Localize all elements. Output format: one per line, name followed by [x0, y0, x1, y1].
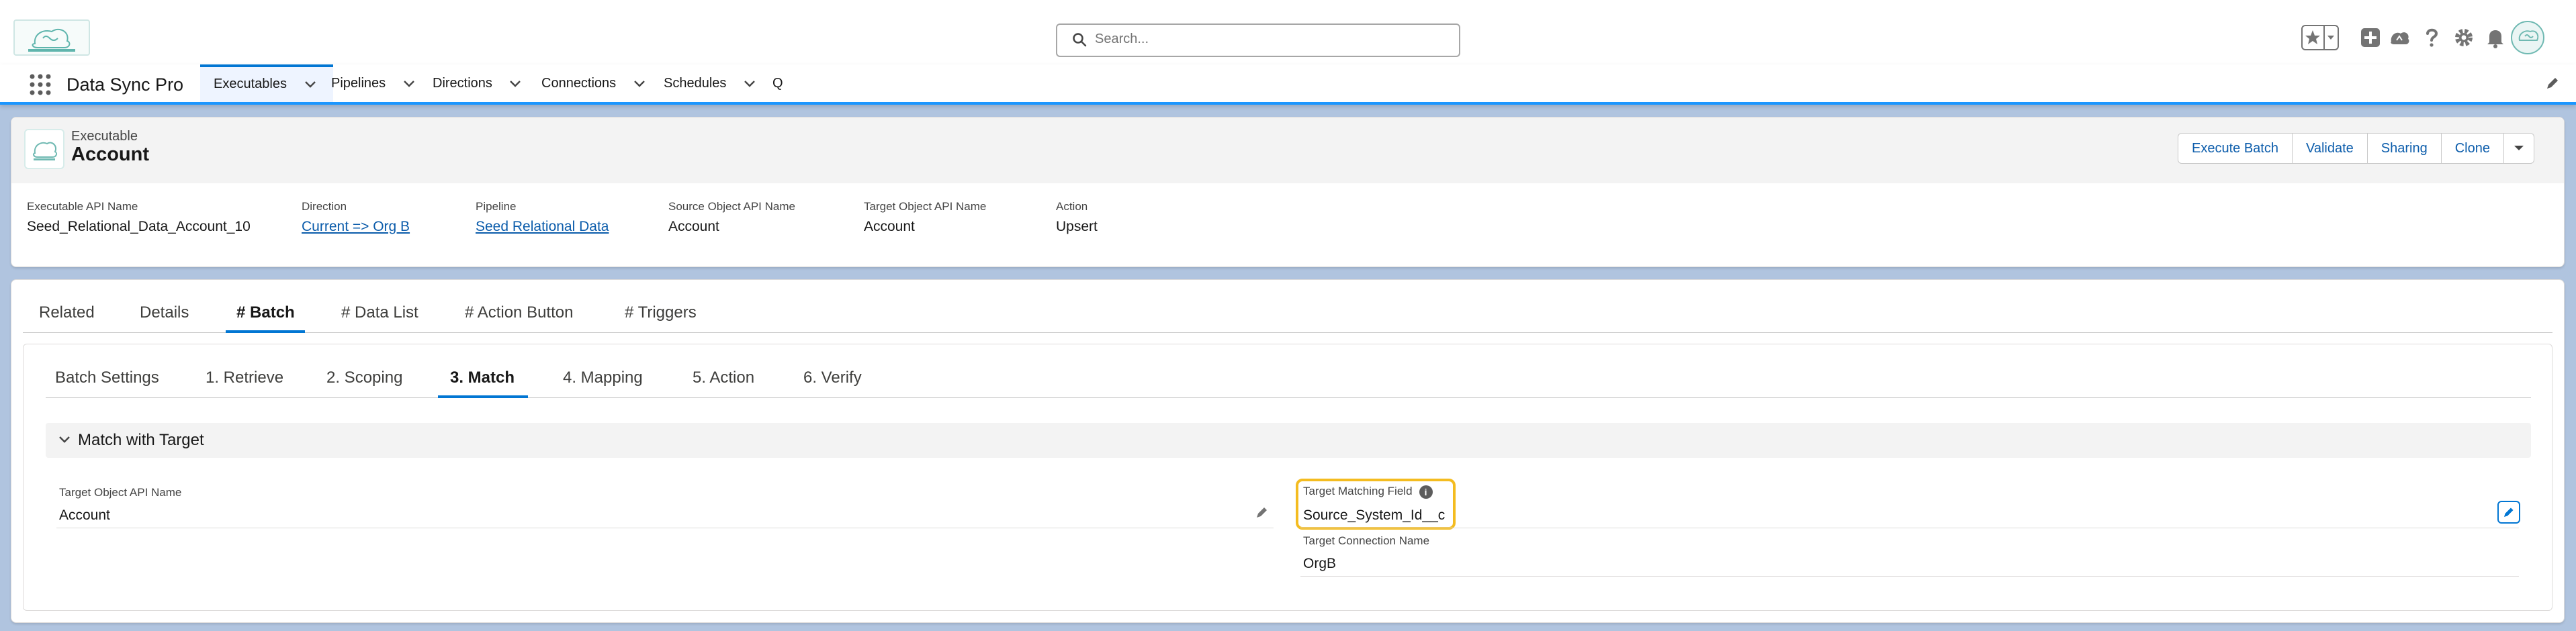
executable-record-icon [24, 129, 64, 169]
logo-icon[interactable] [13, 19, 90, 56]
target-connection-name-value: OrgB [1303, 556, 1337, 571]
record-object-type: Executable [71, 129, 138, 144]
info-icon[interactable]: i [1419, 485, 1433, 499]
record-name: Account [71, 144, 149, 165]
nav-tab-label: Directions [433, 76, 492, 91]
field-label: Executable API Name [27, 200, 138, 213]
subtab-action[interactable]: 5. Action [693, 369, 754, 387]
edit-matching-field-button[interactable] [2497, 501, 2520, 524]
highlight-source-object: Source Object API Name Account [668, 200, 795, 235]
highlight-target-object: Target Object API Name Account [864, 200, 986, 235]
active-tab-indicator [226, 330, 305, 333]
chevron-down-icon[interactable] [403, 80, 415, 88]
search-placeholder: Search... [1095, 32, 1149, 46]
pipeline-link[interactable]: Seed Relational Data [476, 219, 609, 235]
highlight-pipeline: Pipeline Seed Relational Data [476, 200, 609, 235]
tab-details[interactable]: Details [140, 303, 189, 322]
chevron-down-icon [59, 436, 70, 443]
field-divider [1300, 576, 2519, 577]
field-value: Account [668, 219, 719, 234]
setup-gear-icon[interactable] [2450, 24, 2477, 51]
notifications-bell-icon[interactable] [2482, 24, 2509, 51]
edit-nav-pencil-icon[interactable] [2544, 75, 2561, 91]
clone-button[interactable]: Clone [2440, 133, 2504, 164]
subtab-verify[interactable]: 6. Verify [803, 369, 862, 387]
trailhead-icon[interactable] [2386, 24, 2413, 51]
subtab-scoping[interactable]: 2. Scoping [326, 369, 402, 387]
highlight-executable-api-name: Executable API Name Seed_Relational_Data… [27, 200, 251, 235]
execute-batch-button[interactable]: Execute Batch [2178, 133, 2293, 164]
field-label: Target Object API Name [864, 200, 987, 213]
tab-data-list[interactable]: # Data List [341, 303, 418, 322]
section-title: Match with Target [78, 431, 204, 449]
highlight-action: Action Upsert [1056, 200, 1098, 235]
tab-batch[interactable]: # Batch [236, 303, 295, 322]
target-object-api-name-value: Account [59, 507, 110, 523]
nav-tab-label: Executables [214, 77, 287, 91]
chevron-down-icon[interactable] [304, 81, 316, 89]
app-launcher-icon[interactable] [27, 71, 54, 98]
edit-pencil-icon[interactable] [1255, 505, 1270, 520]
direction-link[interactable]: Current => Org B [302, 219, 410, 235]
nav-tab-executables[interactable]: Executables [200, 64, 333, 102]
nav-tab-label: Pipelines [331, 76, 386, 91]
app-name: Data Sync Pro [66, 75, 184, 95]
subtab-mapping[interactable]: 4. Mapping [563, 369, 643, 387]
chevron-down-icon[interactable] [509, 80, 521, 88]
edit-icon [2504, 507, 2514, 517]
nav-tab-label: Q [772, 76, 783, 91]
target-connection-name-label: Target Connection Name [1303, 534, 1430, 547]
chevron-down-icon[interactable] [744, 80, 756, 88]
favorites-star-icon[interactable] [2301, 24, 2339, 51]
tabs-divider [23, 332, 2552, 333]
nav-tab-q[interactable]: Q [772, 64, 783, 102]
nav-tab-pipelines[interactable]: Pipelines [331, 64, 415, 102]
target-matching-field-value: Source_System_Id__c [1303, 507, 1446, 523]
search-icon [1073, 33, 1087, 47]
field-label: Source Object API Name [668, 200, 795, 213]
record-action-buttons: Execute Batch Validate Sharing Clone [2178, 133, 2534, 164]
field-label: Action [1056, 200, 1088, 213]
sharing-button[interactable]: Sharing [2366, 133, 2442, 164]
field-label: Direction [302, 200, 347, 213]
target-object-api-name-label: Target Object API Name [59, 486, 182, 499]
nav-tab-directions[interactable]: Directions [433, 64, 521, 102]
match-with-target-section-header[interactable]: Match with Target [46, 423, 2531, 458]
field-value: Upsert [1056, 219, 1098, 234]
global-actions-add-icon[interactable] [2357, 24, 2384, 51]
nav-tab-label: Schedules [664, 76, 727, 91]
tab-related[interactable]: Related [39, 303, 95, 322]
highlight-direction: Direction Current => Org B [302, 200, 410, 235]
field-value: Seed_Relational_Data_Account_10 [27, 219, 251, 234]
field-label: Pipeline [476, 200, 517, 213]
help-icon[interactable] [2418, 24, 2445, 51]
subtabs-divider [46, 397, 2531, 398]
tab-triggers[interactable]: # Triggers [625, 303, 697, 322]
nav-tab-label: Connections [541, 76, 617, 91]
more-actions-button[interactable] [2503, 133, 2534, 164]
nav-tab-schedules[interactable]: Schedules [664, 64, 756, 102]
subtab-batch-settings[interactable]: Batch Settings [55, 369, 159, 387]
validate-button[interactable]: Validate [2291, 133, 2368, 164]
chevron-down-icon[interactable] [633, 80, 646, 88]
subtab-retrieve[interactable]: 1. Retrieve [206, 369, 283, 387]
user-avatar-icon[interactable] [2510, 20, 2545, 55]
global-search-input[interactable]: Search... [1056, 23, 1460, 57]
nav-tab-connections[interactable]: Connections [541, 64, 646, 102]
target-matching-field-label-row: Target Matching Field i [1303, 485, 1433, 499]
target-matching-field-label: Target Matching Field [1303, 485, 1413, 497]
field-value: Account [864, 219, 915, 234]
subtab-match[interactable]: 3. Match [450, 369, 515, 387]
chevron-down-icon [2514, 146, 2524, 150]
tab-action-button[interactable]: # Action Button [465, 303, 573, 322]
active-subtab-indicator [438, 395, 528, 398]
